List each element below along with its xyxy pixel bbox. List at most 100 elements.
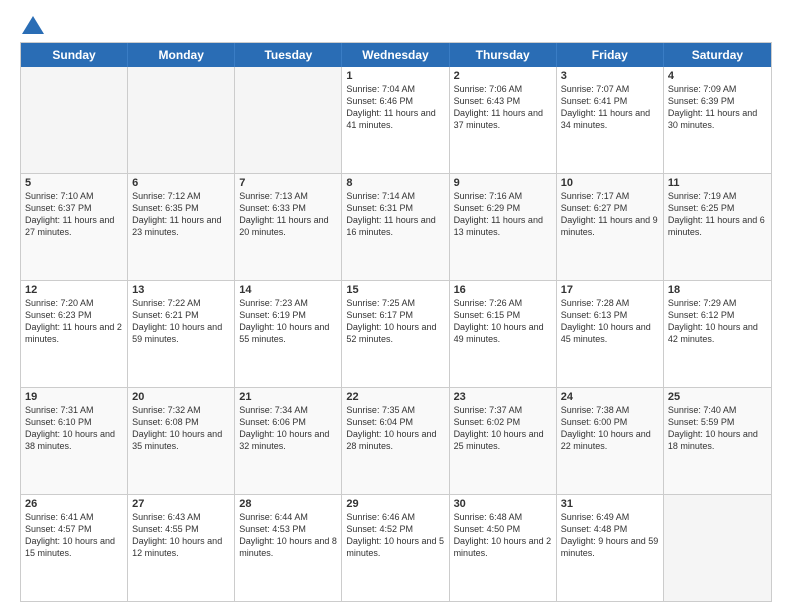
calendar-week-4: 19Sunrise: 7:31 AM Sunset: 6:10 PM Dayli… bbox=[21, 387, 771, 494]
calendar-header-thursday: Thursday bbox=[450, 43, 557, 67]
day-number: 30 bbox=[454, 498, 552, 510]
cell-info: Sunrise: 6:43 AM Sunset: 4:55 PM Dayligh… bbox=[132, 511, 230, 560]
cell-info: Sunrise: 7:35 AM Sunset: 6:04 PM Dayligh… bbox=[346, 404, 444, 453]
calendar-cell: 10Sunrise: 7:17 AM Sunset: 6:27 PM Dayli… bbox=[557, 174, 664, 280]
day-number: 23 bbox=[454, 391, 552, 403]
calendar-week-3: 12Sunrise: 7:20 AM Sunset: 6:23 PM Dayli… bbox=[21, 280, 771, 387]
day-number: 10 bbox=[561, 177, 659, 189]
day-number: 25 bbox=[668, 391, 767, 403]
calendar-cell: 1Sunrise: 7:04 AM Sunset: 6:46 PM Daylig… bbox=[342, 67, 449, 173]
logo bbox=[20, 16, 44, 34]
day-number: 24 bbox=[561, 391, 659, 403]
calendar-cell: 20Sunrise: 7:32 AM Sunset: 6:08 PM Dayli… bbox=[128, 388, 235, 494]
calendar-header-wednesday: Wednesday bbox=[342, 43, 449, 67]
calendar-cell: 21Sunrise: 7:34 AM Sunset: 6:06 PM Dayli… bbox=[235, 388, 342, 494]
cell-info: Sunrise: 7:12 AM Sunset: 6:35 PM Dayligh… bbox=[132, 190, 230, 239]
calendar-cell: 26Sunrise: 6:41 AM Sunset: 4:57 PM Dayli… bbox=[21, 495, 128, 601]
calendar-cell: 2Sunrise: 7:06 AM Sunset: 6:43 PM Daylig… bbox=[450, 67, 557, 173]
calendar-cell: 16Sunrise: 7:26 AM Sunset: 6:15 PM Dayli… bbox=[450, 281, 557, 387]
calendar: SundayMondayTuesdayWednesdayThursdayFrid… bbox=[20, 42, 772, 602]
cell-info: Sunrise: 7:06 AM Sunset: 6:43 PM Dayligh… bbox=[454, 83, 552, 132]
calendar-cell: 3Sunrise: 7:07 AM Sunset: 6:41 PM Daylig… bbox=[557, 67, 664, 173]
calendar-cell: 24Sunrise: 7:38 AM Sunset: 6:00 PM Dayli… bbox=[557, 388, 664, 494]
cell-info: Sunrise: 7:31 AM Sunset: 6:10 PM Dayligh… bbox=[25, 404, 123, 453]
cell-info: Sunrise: 7:10 AM Sunset: 6:37 PM Dayligh… bbox=[25, 190, 123, 239]
cell-info: Sunrise: 6:49 AM Sunset: 4:48 PM Dayligh… bbox=[561, 511, 659, 560]
day-number: 13 bbox=[132, 284, 230, 296]
calendar-cell bbox=[128, 67, 235, 173]
calendar-cell: 28Sunrise: 6:44 AM Sunset: 4:53 PM Dayli… bbox=[235, 495, 342, 601]
day-number: 16 bbox=[454, 284, 552, 296]
day-number: 14 bbox=[239, 284, 337, 296]
cell-info: Sunrise: 7:13 AM Sunset: 6:33 PM Dayligh… bbox=[239, 190, 337, 239]
cell-info: Sunrise: 6:44 AM Sunset: 4:53 PM Dayligh… bbox=[239, 511, 337, 560]
cell-info: Sunrise: 6:46 AM Sunset: 4:52 PM Dayligh… bbox=[346, 511, 444, 560]
day-number: 18 bbox=[668, 284, 767, 296]
day-number: 11 bbox=[668, 177, 767, 189]
calendar-cell: 4Sunrise: 7:09 AM Sunset: 6:39 PM Daylig… bbox=[664, 67, 771, 173]
cell-info: Sunrise: 7:19 AM Sunset: 6:25 PM Dayligh… bbox=[668, 190, 767, 239]
calendar-header-tuesday: Tuesday bbox=[235, 43, 342, 67]
cell-info: Sunrise: 7:38 AM Sunset: 6:00 PM Dayligh… bbox=[561, 404, 659, 453]
cell-info: Sunrise: 7:04 AM Sunset: 6:46 PM Dayligh… bbox=[346, 83, 444, 132]
day-number: 3 bbox=[561, 70, 659, 82]
calendar-cell: 14Sunrise: 7:23 AM Sunset: 6:19 PM Dayli… bbox=[235, 281, 342, 387]
day-number: 17 bbox=[561, 284, 659, 296]
calendar-week-1: 1Sunrise: 7:04 AM Sunset: 6:46 PM Daylig… bbox=[21, 67, 771, 173]
calendar-cell: 12Sunrise: 7:20 AM Sunset: 6:23 PM Dayli… bbox=[21, 281, 128, 387]
calendar-cell: 11Sunrise: 7:19 AM Sunset: 6:25 PM Dayli… bbox=[664, 174, 771, 280]
day-number: 29 bbox=[346, 498, 444, 510]
day-number: 1 bbox=[346, 70, 444, 82]
calendar-cell: 18Sunrise: 7:29 AM Sunset: 6:12 PM Dayli… bbox=[664, 281, 771, 387]
cell-info: Sunrise: 7:17 AM Sunset: 6:27 PM Dayligh… bbox=[561, 190, 659, 239]
cell-info: Sunrise: 7:37 AM Sunset: 6:02 PM Dayligh… bbox=[454, 404, 552, 453]
calendar-week-2: 5Sunrise: 7:10 AM Sunset: 6:37 PM Daylig… bbox=[21, 173, 771, 280]
calendar-cell: 15Sunrise: 7:25 AM Sunset: 6:17 PM Dayli… bbox=[342, 281, 449, 387]
calendar-body: 1Sunrise: 7:04 AM Sunset: 6:46 PM Daylig… bbox=[21, 67, 771, 601]
day-number: 2 bbox=[454, 70, 552, 82]
cell-info: Sunrise: 7:32 AM Sunset: 6:08 PM Dayligh… bbox=[132, 404, 230, 453]
calendar-cell: 23Sunrise: 7:37 AM Sunset: 6:02 PM Dayli… bbox=[450, 388, 557, 494]
calendar-cell: 5Sunrise: 7:10 AM Sunset: 6:37 PM Daylig… bbox=[21, 174, 128, 280]
day-number: 8 bbox=[346, 177, 444, 189]
calendar-cell: 29Sunrise: 6:46 AM Sunset: 4:52 PM Dayli… bbox=[342, 495, 449, 601]
cell-info: Sunrise: 7:22 AM Sunset: 6:21 PM Dayligh… bbox=[132, 297, 230, 346]
day-number: 28 bbox=[239, 498, 337, 510]
cell-info: Sunrise: 7:25 AM Sunset: 6:17 PM Dayligh… bbox=[346, 297, 444, 346]
day-number: 7 bbox=[239, 177, 337, 189]
cell-info: Sunrise: 7:23 AM Sunset: 6:19 PM Dayligh… bbox=[239, 297, 337, 346]
calendar-cell: 22Sunrise: 7:35 AM Sunset: 6:04 PM Dayli… bbox=[342, 388, 449, 494]
day-number: 5 bbox=[25, 177, 123, 189]
cell-info: Sunrise: 7:34 AM Sunset: 6:06 PM Dayligh… bbox=[239, 404, 337, 453]
day-number: 12 bbox=[25, 284, 123, 296]
day-number: 4 bbox=[668, 70, 767, 82]
day-number: 22 bbox=[346, 391, 444, 403]
calendar-cell: 6Sunrise: 7:12 AM Sunset: 6:35 PM Daylig… bbox=[128, 174, 235, 280]
calendar-header-row: SundayMondayTuesdayWednesdayThursdayFrid… bbox=[21, 43, 771, 67]
calendar-cell: 25Sunrise: 7:40 AM Sunset: 5:59 PM Dayli… bbox=[664, 388, 771, 494]
day-number: 20 bbox=[132, 391, 230, 403]
day-number: 26 bbox=[25, 498, 123, 510]
cell-info: Sunrise: 7:28 AM Sunset: 6:13 PM Dayligh… bbox=[561, 297, 659, 346]
calendar-cell: 7Sunrise: 7:13 AM Sunset: 6:33 PM Daylig… bbox=[235, 174, 342, 280]
calendar-cell: 19Sunrise: 7:31 AM Sunset: 6:10 PM Dayli… bbox=[21, 388, 128, 494]
day-number: 21 bbox=[239, 391, 337, 403]
day-number: 9 bbox=[454, 177, 552, 189]
calendar-cell: 9Sunrise: 7:16 AM Sunset: 6:29 PM Daylig… bbox=[450, 174, 557, 280]
cell-info: Sunrise: 7:16 AM Sunset: 6:29 PM Dayligh… bbox=[454, 190, 552, 239]
calendar-cell bbox=[235, 67, 342, 173]
calendar-cell: 8Sunrise: 7:14 AM Sunset: 6:31 PM Daylig… bbox=[342, 174, 449, 280]
cell-info: Sunrise: 7:14 AM Sunset: 6:31 PM Dayligh… bbox=[346, 190, 444, 239]
day-number: 6 bbox=[132, 177, 230, 189]
cell-info: Sunrise: 6:41 AM Sunset: 4:57 PM Dayligh… bbox=[25, 511, 123, 560]
calendar-header-sunday: Sunday bbox=[21, 43, 128, 67]
calendar-cell bbox=[21, 67, 128, 173]
day-number: 15 bbox=[346, 284, 444, 296]
calendar-cell: 31Sunrise: 6:49 AM Sunset: 4:48 PM Dayli… bbox=[557, 495, 664, 601]
cell-info: Sunrise: 6:48 AM Sunset: 4:50 PM Dayligh… bbox=[454, 511, 552, 560]
calendar-cell: 27Sunrise: 6:43 AM Sunset: 4:55 PM Dayli… bbox=[128, 495, 235, 601]
logo-icon bbox=[22, 16, 44, 34]
header bbox=[20, 16, 772, 34]
calendar-header-saturday: Saturday bbox=[664, 43, 771, 67]
cell-info: Sunrise: 7:09 AM Sunset: 6:39 PM Dayligh… bbox=[668, 83, 767, 132]
